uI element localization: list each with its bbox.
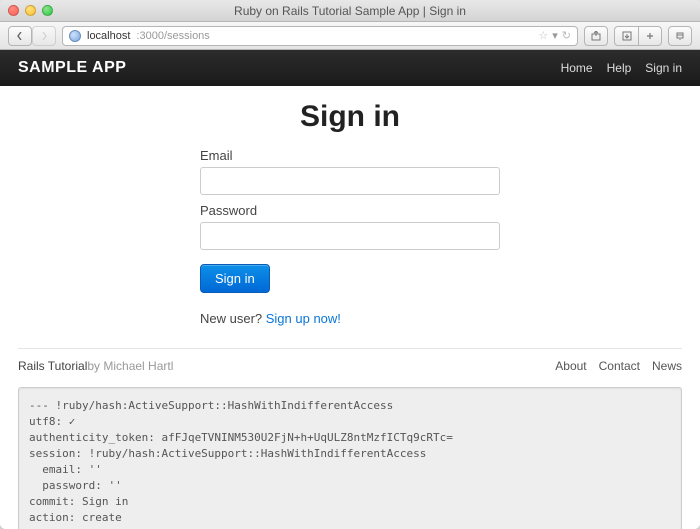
email-field[interactable]	[200, 167, 500, 195]
close-icon[interactable]	[8, 5, 19, 16]
footer: Rails Tutorial by Michael Hartl About Co…	[18, 348, 682, 373]
footer-byline: by Michael Hartl	[87, 359, 173, 373]
reader-icon[interactable]: ↻	[562, 29, 571, 42]
footer-brand[interactable]: Rails Tutorial	[18, 359, 87, 373]
titlebar: Ruby on Rails Tutorial Sample App | Sign…	[0, 0, 700, 22]
nav-links: Home Help Sign in	[561, 61, 682, 75]
signin-form: Email Password Sign in New user? Sign up…	[200, 148, 500, 326]
back-button[interactable]	[8, 26, 32, 46]
zoom-icon[interactable]	[42, 5, 53, 16]
window-title: Ruby on Rails Tutorial Sample App | Sign…	[0, 4, 700, 18]
password-field[interactable]	[200, 222, 500, 250]
star-icon[interactable]: ☆	[538, 29, 548, 42]
share-icon	[591, 31, 601, 41]
address-bar[interactable]: localhost :3000/sessions ☆ ▾ ↻	[62, 26, 578, 46]
tabs-button[interactable]	[668, 26, 692, 46]
downloads-button[interactable]	[614, 26, 638, 46]
url-host: localhost	[87, 30, 130, 42]
email-label: Email	[200, 148, 500, 163]
extensions-button[interactable]	[638, 26, 662, 46]
debug-dump: --- !ruby/hash:ActiveSupport::HashWithIn…	[18, 387, 682, 529]
nav-help[interactable]: Help	[607, 61, 632, 75]
globe-icon	[69, 30, 81, 42]
nav-signin[interactable]: Sign in	[645, 61, 682, 75]
viewport[interactable]: SAMPLE APP Home Help Sign in Sign in Ema…	[0, 50, 700, 529]
window-controls	[8, 5, 53, 16]
footer-about[interactable]: About	[555, 359, 586, 373]
plus-icon	[645, 31, 655, 41]
password-label: Password	[200, 203, 500, 218]
page-title: Sign in	[0, 100, 700, 134]
footer-contact[interactable]: Contact	[599, 359, 640, 373]
url-path: :3000/sessions	[136, 30, 209, 42]
signin-button[interactable]: Sign in	[200, 264, 270, 293]
footer-news[interactable]: News	[652, 359, 682, 373]
browser-toolbar: localhost :3000/sessions ☆ ▾ ↻	[0, 22, 700, 50]
download-icon	[622, 31, 632, 41]
signup-link[interactable]: Sign up now!	[266, 311, 341, 326]
brand[interactable]: SAMPLE APP	[18, 59, 126, 77]
minimize-icon[interactable]	[25, 5, 36, 16]
new-user-text: New user?	[200, 311, 266, 326]
navbar: SAMPLE APP Home Help Sign in	[0, 50, 700, 86]
nav-home[interactable]: Home	[561, 61, 593, 75]
chevron-right-icon	[40, 32, 48, 40]
browser-window: Ruby on Rails Tutorial Sample App | Sign…	[0, 0, 700, 529]
forward-button[interactable]	[32, 26, 56, 46]
dropdown-icon[interactable]: ▾	[552, 29, 558, 42]
tabs-icon	[675, 31, 685, 41]
share-button[interactable]	[584, 26, 608, 46]
footer-links: About Contact News	[555, 359, 682, 373]
chevron-left-icon	[16, 32, 24, 40]
signup-line: New user? Sign up now!	[200, 311, 500, 326]
url-actions: ☆ ▾ ↻	[538, 29, 571, 42]
